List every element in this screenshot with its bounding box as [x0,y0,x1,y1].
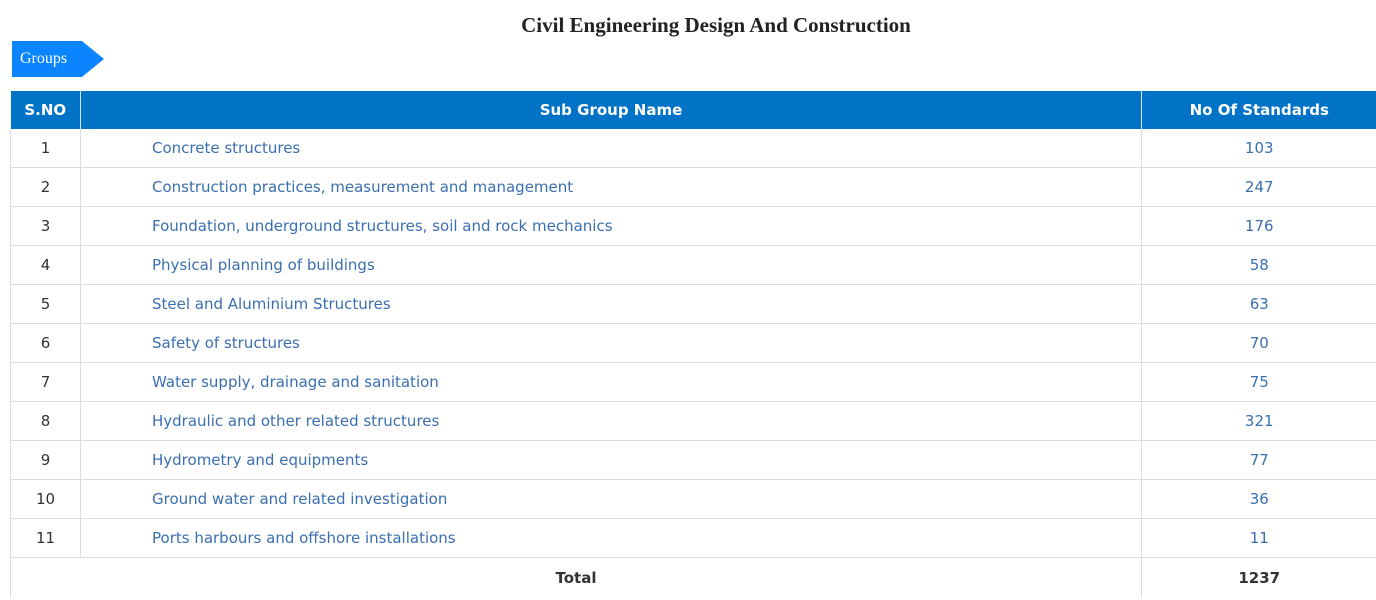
subgroup-table: S.NO Sub Group Name No Of Standards 1 Co… [10,91,1376,598]
row-count-cell: 247 [1141,167,1376,207]
standards-count-link[interactable]: 58 [1250,256,1269,274]
standards-count-link[interactable]: 11 [1250,529,1269,547]
subgroup-link[interactable]: Hydrometry and equipments [152,451,368,469]
row-name-cell: Safety of structures [80,323,1142,363]
subgroup-link[interactable]: Physical planning of buildings [152,256,375,274]
row-count-cell: 103 [1141,129,1376,168]
row-sno: 8 [10,401,81,441]
standards-count-link[interactable]: 63 [1250,295,1269,313]
row-count-cell: 11 [1141,518,1376,558]
row-sno: 2 [10,167,81,207]
subgroup-link[interactable]: Foundation, underground structures, soil… [152,217,613,235]
table-row: 8 Hydraulic and other related structures… [10,401,1376,441]
row-sno: 4 [10,245,81,285]
table-header-row: S.NO Sub Group Name No Of Standards [10,91,1376,129]
row-name-cell: Physical planning of buildings [80,245,1142,285]
row-name-cell: Ports harbours and offshore installation… [80,518,1142,558]
row-sno: 11 [10,518,81,558]
table-row: 1 Concrete structures 103 [10,129,1376,168]
standards-count-link[interactable]: 176 [1245,217,1274,235]
standards-count-link[interactable]: 77 [1250,451,1269,469]
subgroup-link[interactable]: Ports harbours and offshore installation… [152,529,456,547]
table-row: 3 Foundation, underground structures, so… [10,206,1376,246]
row-sno: 10 [10,479,81,519]
page-title: Civil Engineering Design And Constructio… [521,13,911,37]
header-subgroup-name: Sub Group Name [80,91,1142,129]
row-sno: 9 [10,440,81,480]
standards-count-link[interactable]: 75 [1250,373,1269,391]
table-row: 10 Ground water and related investigatio… [10,479,1376,519]
row-name-cell: Ground water and related investigation [80,479,1142,519]
subgroup-link[interactable]: Construction practices, measurement and … [152,178,573,196]
table-row: 11 Ports harbours and offshore installat… [10,518,1376,558]
row-count-cell: 36 [1141,479,1376,519]
row-name-cell: Hydraulic and other related structures [80,401,1142,441]
row-sno: 5 [10,284,81,324]
row-count-cell: 77 [1141,440,1376,480]
row-sno: 7 [10,362,81,402]
subgroup-link[interactable]: Steel and Aluminium Structures [152,295,391,313]
subgroup-link[interactable]: Water supply, drainage and sanitation [152,373,439,391]
row-name-cell: Hydrometry and equipments [80,440,1142,480]
subgroup-link[interactable]: Safety of structures [152,334,300,352]
header-no-of-standards: No Of Standards [1141,91,1376,129]
standards-count-link[interactable]: 321 [1245,412,1274,430]
subgroup-link[interactable]: Hydraulic and other related structures [152,412,439,430]
standards-count-link[interactable]: 70 [1250,334,1269,352]
row-count-cell: 63 [1141,284,1376,324]
subgroup-table-container: S.NO Sub Group Name No Of Standards 1 Co… [10,91,1376,598]
subgroup-link[interactable]: Concrete structures [152,139,300,157]
standards-count-link[interactable]: 247 [1245,178,1274,196]
row-count-cell: 58 [1141,245,1376,285]
row-name-cell: Water supply, drainage and sanitation [80,362,1142,402]
row-count-cell: 321 [1141,401,1376,441]
subgroup-link[interactable]: Ground water and related investigation [152,490,447,508]
table-row: 7 Water supply, drainage and sanitation … [10,362,1376,402]
header-sno: S.NO [10,91,81,129]
row-name-cell: Concrete structures [80,129,1142,168]
total-label: Total [10,557,1142,598]
total-row: Total 1237 [10,557,1376,598]
total-value: 1237 [1238,569,1281,587]
groups-breadcrumb-button[interactable]: Groups [12,41,104,77]
standards-count-link[interactable]: 103 [1245,139,1274,157]
table-row: 5 Steel and Aluminium Structures 63 [10,284,1376,324]
row-sno: 6 [10,323,81,363]
row-count-cell: 176 [1141,206,1376,246]
table-body: 1 Concrete structures 103 2 Construction… [10,129,1376,598]
table-row: 2 Construction practices, measurement an… [10,167,1376,207]
row-name-cell: Construction practices, measurement and … [80,167,1142,207]
table-row: 9 Hydrometry and equipments 77 [10,440,1376,480]
row-sno: 3 [10,206,81,246]
row-count-cell: 75 [1141,362,1376,402]
row-count-cell: 70 [1141,323,1376,363]
row-name-cell: Steel and Aluminium Structures [80,284,1142,324]
table-row: 4 Physical planning of buildings 58 [10,245,1376,285]
row-name-cell: Foundation, underground structures, soil… [80,206,1142,246]
row-sno: 1 [10,129,81,168]
standards-count-link[interactable]: 36 [1250,490,1269,508]
table-row: 6 Safety of structures 70 [10,323,1376,363]
table-header: S.NO Sub Group Name No Of Standards [10,91,1376,129]
